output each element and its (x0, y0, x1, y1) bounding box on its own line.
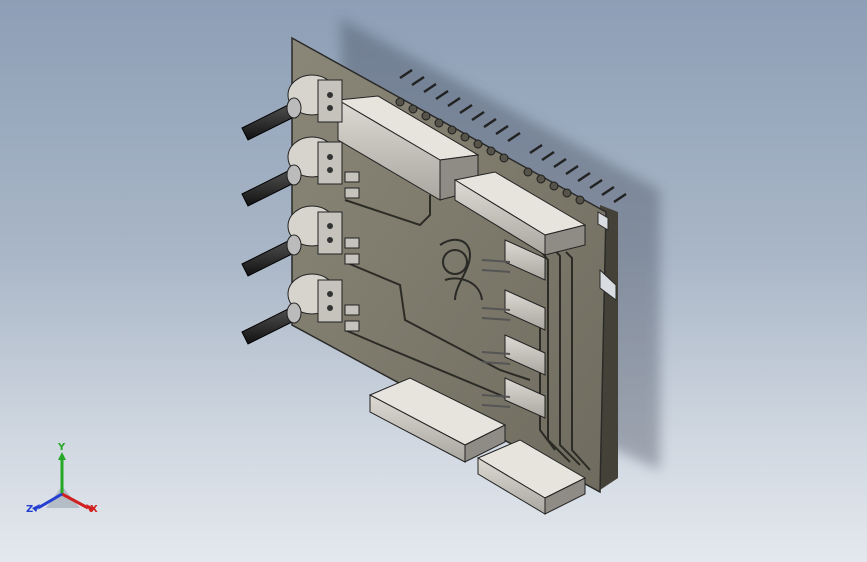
x-axis-label: X (90, 504, 98, 515)
y-axis-label: Y (58, 442, 66, 453)
3d-viewport[interactable] (0, 0, 867, 562)
axis-triad: Y X Z (24, 442, 104, 526)
z-axis-label: Z (26, 504, 34, 515)
